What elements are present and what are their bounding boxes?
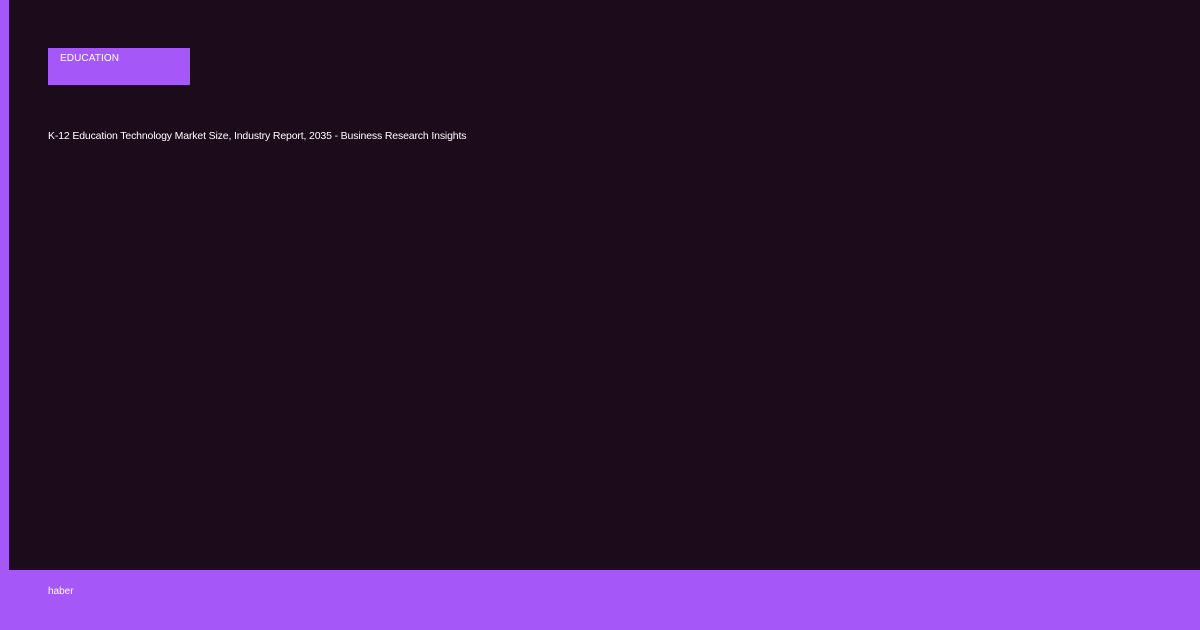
- footer-band: haber: [0, 570, 1200, 630]
- main-panel: [9, 0, 1200, 570]
- category-badge[interactable]: EDUCATION: [48, 48, 190, 85]
- site-name[interactable]: haber: [48, 586, 74, 598]
- category-label: EDUCATION: [60, 53, 120, 64]
- left-accent-bar: [0, 0, 9, 630]
- article-title[interactable]: K-12 Education Technology Market Size, I…: [48, 130, 467, 143]
